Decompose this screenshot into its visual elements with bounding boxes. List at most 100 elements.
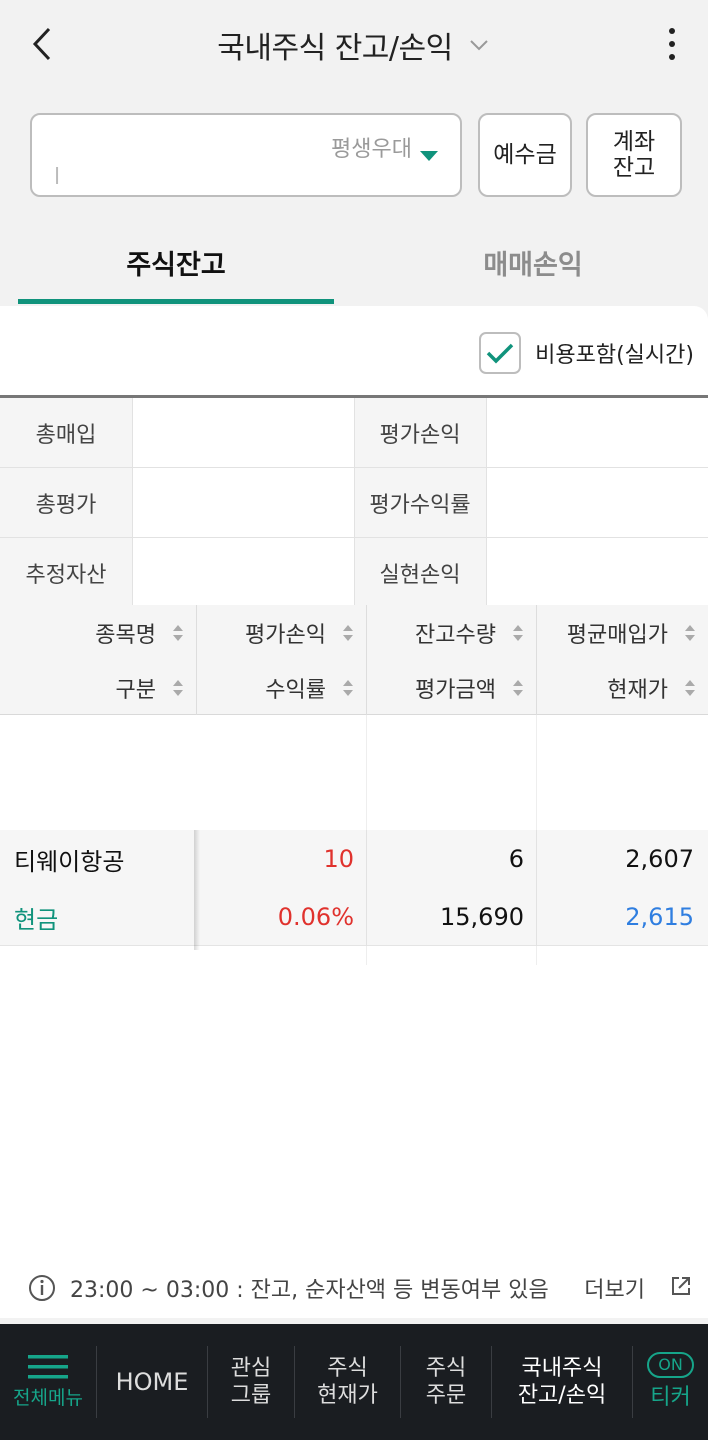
account-type-cell: 현금: [14, 905, 59, 934]
nav-label: 주식: [327, 1355, 368, 1381]
sort-header-name[interactable]: 종목명: [0, 605, 196, 660]
chevron-left-icon: [32, 27, 51, 61]
nav-label: HOME: [115, 1368, 189, 1396]
total-eval-label: 총평가: [0, 468, 132, 538]
sort-header-type[interactable]: 구분: [0, 660, 196, 715]
divider: [366, 830, 367, 946]
frozen-column-shadow: [194, 830, 200, 950]
quantity-cell: 6: [508, 845, 524, 873]
app-header: 국내주식 잔고/손익: [0, 0, 708, 90]
nav-watch-group[interactable]: 관심 그룹: [208, 1324, 294, 1440]
sort-icon: [173, 680, 183, 696]
header-label: 수익률: [265, 677, 326, 703]
include-cost-label: 비용포함(실시간): [535, 343, 694, 368]
holdings-grid-body: 티웨이항공 현금 10 0.06% 6 15,690 2,607 2,615: [0, 715, 708, 965]
divider: [132, 398, 133, 608]
sort-header-current-price[interactable]: 현재가: [536, 660, 708, 715]
nav-stock-order[interactable]: 주식 주문: [401, 1324, 491, 1440]
account-selector[interactable]: 평생우대 l: [30, 113, 462, 197]
return-rate-cell: 0.06%: [277, 903, 354, 931]
eval-amount-cell: 15,690: [440, 903, 524, 931]
include-cost-checkbox[interactable]: [479, 332, 522, 374]
header-label: 현재가: [607, 677, 668, 703]
nav-label: 주문: [425, 1383, 467, 1408]
notice-bar: 23:00 ~ 03:00 : 잔고, 순자산액 등 변동여부 있음 더보기: [28, 1268, 693, 1308]
nav-label: 전체메뉴: [13, 1387, 83, 1410]
dot: [669, 54, 675, 60]
nav-label: 국내주식: [521, 1355, 603, 1381]
nav-label: 티커: [650, 1385, 691, 1411]
tab-bar: 주식잔고 매매손익: [18, 220, 708, 304]
sort-icon: [685, 680, 695, 696]
eval-pnl-value: [486, 398, 708, 468]
account-balance-button[interactable]: 계좌 잔고: [586, 113, 682, 197]
dot: [669, 28, 675, 34]
active-tab-indicator: [18, 299, 334, 304]
realized-pnl-label: 실현손익: [354, 538, 486, 608]
header-label: 종목명: [95, 622, 156, 648]
account-type: 평생우대: [331, 137, 412, 162]
bottom-nav: 전체메뉴 HOME 관심 그룹 주식 현재가 주식 주문 국내주식 잔고/손익 …: [0, 1324, 708, 1440]
header-label: 구분: [115, 677, 156, 703]
account-balance-label-2: 잔고: [612, 155, 656, 181]
nav-ticker[interactable]: ON 티커: [633, 1324, 708, 1440]
estimated-assets-label: 추정자산: [0, 538, 132, 608]
sort-icon: [513, 625, 523, 641]
external-link-icon[interactable]: [669, 1274, 693, 1298]
deposit-button[interactable]: 예수금: [478, 113, 572, 197]
nav-all-menu[interactable]: 전체메뉴: [0, 1324, 96, 1440]
dot: [669, 41, 675, 47]
nav-stock-price[interactable]: 주식 현재가: [295, 1324, 400, 1440]
screen-title-dropdown[interactable]: 국내주식 잔고/손익: [217, 23, 490, 67]
summary-table: 총매입 평가손익 총평가 평가수익률 추정자산 실현손익: [0, 395, 708, 608]
eval-return-label: 평가수익률: [354, 468, 486, 538]
info-icon: [29, 1275, 55, 1301]
total-buy-label: 총매입: [0, 398, 132, 468]
table-row[interactable]: 티웨이항공 현금 10 0.06% 6 15,690 2,607 2,615: [0, 830, 708, 950]
eval-return-value: [486, 468, 708, 538]
realized-pnl-value: [486, 538, 708, 608]
header-label: 평가금액: [415, 677, 496, 703]
sort-icon: [343, 625, 353, 641]
back-button[interactable]: [22, 22, 62, 66]
header-label: 잔고수량: [415, 622, 496, 648]
header-label: 평균매입가: [566, 622, 668, 648]
total-buy-value: [132, 398, 354, 468]
tab-stock-balance[interactable]: 주식잔고: [18, 220, 334, 304]
divider: [366, 605, 367, 715]
divider: [196, 605, 197, 715]
nav-label: 주식: [425, 1355, 467, 1381]
balance-panel: 비용포함(실시간) 총매입 평가손익 총평가 평가수익률 추정자산 실현손익 종…: [0, 306, 708, 1318]
sort-header-return[interactable]: 수익률: [196, 660, 366, 715]
nav-label: 현재가: [317, 1383, 378, 1408]
include-cost-option[interactable]: 비용포함(실시간): [479, 332, 694, 374]
nav-home[interactable]: HOME: [97, 1324, 207, 1440]
header-label: 평가손익: [245, 622, 326, 648]
current-price-cell: 2,615: [625, 903, 694, 931]
sort-icon: [343, 680, 353, 696]
holdings-grid-header: 종목명 평가손익 잔고수량 평균매입가 구분 수익률 평가금액 현재가: [0, 605, 708, 715]
divider: [354, 398, 355, 608]
more-link[interactable]: 더보기: [584, 1272, 645, 1304]
dropdown-caret-icon: [420, 151, 438, 161]
check-icon: [486, 343, 514, 364]
sort-header-avg-price[interactable]: 평균매입가: [536, 605, 708, 660]
divider: [486, 398, 487, 608]
total-eval-value: [132, 468, 354, 538]
sort-header-eval-pnl[interactable]: 평가손익: [196, 605, 366, 660]
eval-pnl-cell: 10: [323, 845, 354, 873]
sort-icon: [513, 680, 523, 696]
sort-header-eval-amount[interactable]: 평가금액: [366, 660, 536, 715]
notice-text: 23:00 ~ 03:00 : 잔고, 순자산액 등 변동여부 있음: [70, 1278, 549, 1303]
nav-balance-pnl[interactable]: 국내주식 잔고/손익: [492, 1324, 632, 1440]
tab-trade-pnl[interactable]: 매매손익: [378, 220, 688, 304]
more-menu-button[interactable]: [660, 24, 684, 64]
account-number: l: [54, 165, 61, 190]
ticker-on-badge: ON: [647, 1352, 694, 1379]
hamburger-icon: [28, 1355, 68, 1379]
sort-header-quantity[interactable]: 잔고수량: [366, 605, 536, 660]
avg-price-cell: 2,607: [625, 845, 694, 873]
chevron-down-icon: [470, 40, 488, 51]
nav-label: 관심: [230, 1355, 272, 1381]
divider: [536, 830, 537, 946]
